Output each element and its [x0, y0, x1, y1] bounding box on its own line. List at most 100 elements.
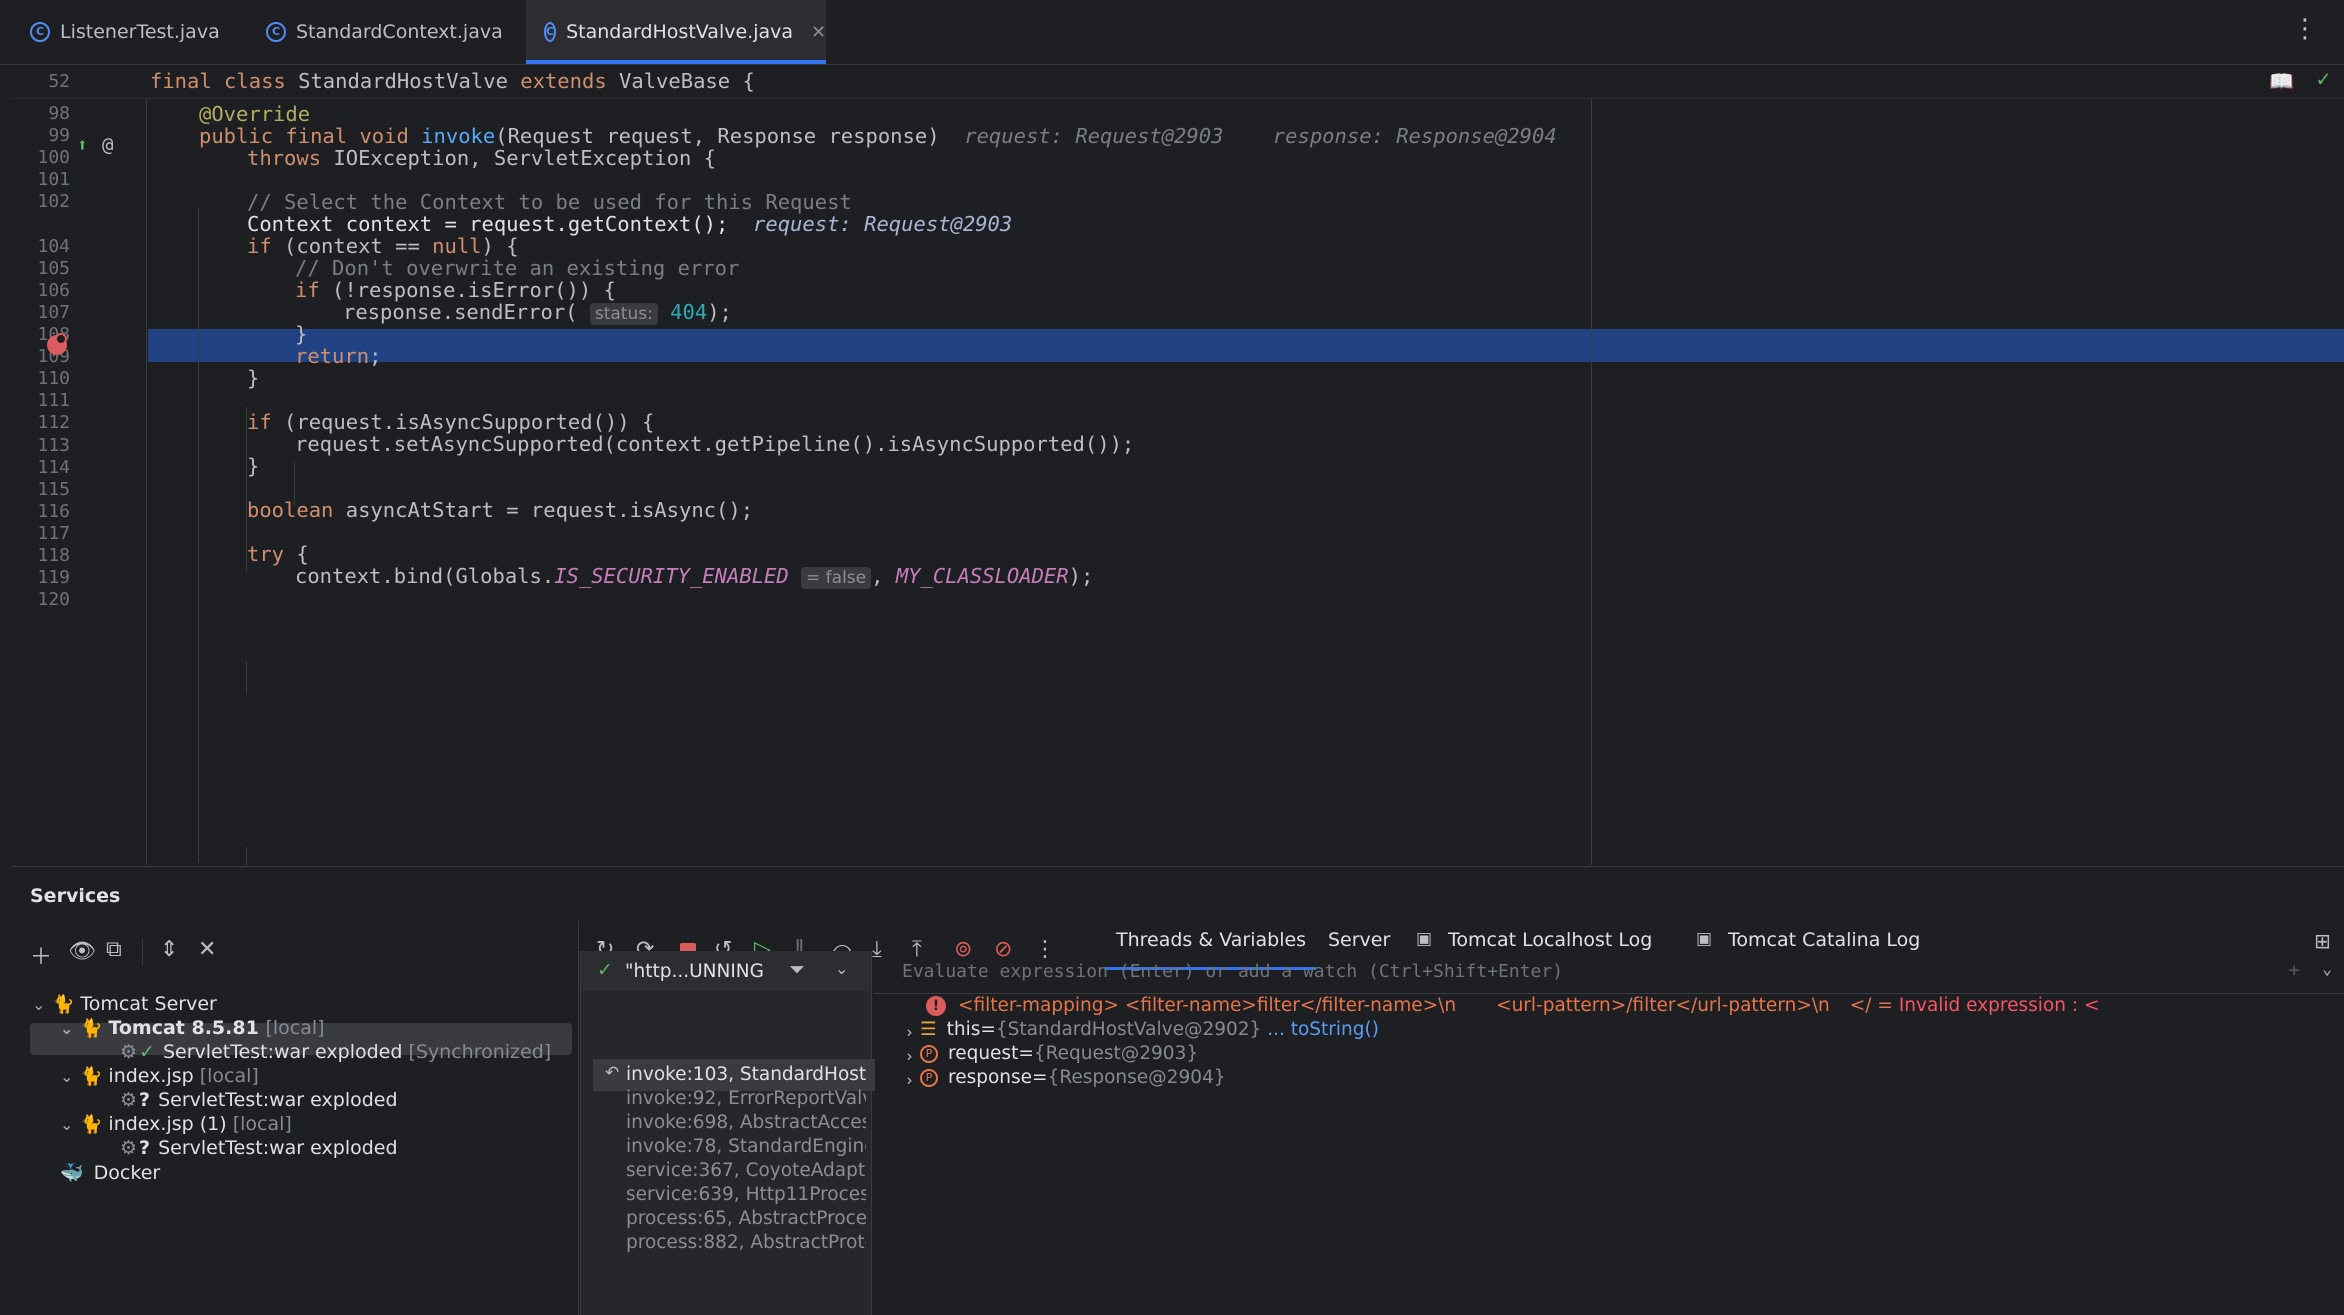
line-number: 105 — [37, 257, 70, 279]
tree-item-tomcat-server[interactable]: ⌄ 🐈 Tomcat Server — [32, 993, 217, 1015]
artifact-icon: ⚙ — [120, 1041, 138, 1063]
gutter-separator — [146, 98, 147, 865]
indent-guide — [246, 661, 247, 694]
chevron-down-icon[interactable]: ⌄ — [835, 959, 848, 978]
watch-expression: </ = — [1849, 995, 1893, 1016]
override-marker-icon[interactable]: ⬆ — [77, 135, 88, 156]
chevron-down-icon[interactable]: ⌄ — [60, 1019, 80, 1038]
code-line: try { — [247, 542, 309, 566]
panel-divider — [578, 921, 579, 1315]
panel-title: Services — [30, 885, 121, 907]
sticky-header[interactable]: 52 final class StandardHostValve extends… — [12, 65, 2344, 99]
tab-server[interactable]: Server — [1328, 929, 1390, 951]
line-number: 98 — [48, 103, 70, 124]
chevron-down-icon[interactable]: ⌄ — [60, 1067, 80, 1086]
new-group-icon[interactable]: ⧉ — [106, 937, 122, 962]
tab-standardhostvalve[interactable]: C StandardHostValve.java ✕ — [526, 0, 826, 64]
thread-selector[interactable]: ✓ "http...UNNING ⏷ ⌄ — [581, 951, 871, 991]
code-line: public final void invoke(Request request… — [199, 124, 1557, 148]
variable-value: {Request@2903} — [1033, 1043, 1199, 1064]
tree-label: Tomcat 8.5.81 — [108, 1017, 259, 1039]
code-line: response.sendError( status: 404); — [343, 300, 732, 325]
frame-item[interactable]: invoke:103, StandardHostValve — [626, 1064, 866, 1085]
code-line: return; — [295, 344, 382, 368]
variable-row[interactable]: ⌄ P request = {Request@2903} — [896, 1043, 1199, 1064]
frame-item[interactable]: invoke:698, AbstractAccessLogValve — [626, 1112, 866, 1133]
chevron-right-icon[interactable]: ⌄ — [897, 1068, 916, 1087]
frame-item[interactable]: process:882, AbstractProtocol — [626, 1232, 866, 1253]
annotation-marker-icon[interactable]: @ — [102, 134, 113, 156]
tree-label: Tomcat Server — [80, 993, 217, 1015]
tree-item-indexjsp-1[interactable]: ⌄ 🐈 index.jsp (1) [local] — [60, 1113, 292, 1135]
tree-label: ServletTest:war exploded — [158, 1137, 398, 1159]
frame-item[interactable]: process:65, AbstractProcessorLight — [626, 1208, 866, 1229]
chevron-down-icon[interactable]: ⌄ — [2322, 959, 2332, 978]
code-editor[interactable]: 52 final class StandardHostValve extends… — [12, 65, 2344, 865]
layout-icon[interactable]: ⊞ — [2314, 929, 2331, 953]
tree-label: index.jsp (1) — [108, 1113, 227, 1135]
reader-mode-icon[interactable]: 📖 — [2269, 69, 2294, 93]
eye-icon[interactable]: 👁 — [68, 939, 96, 964]
add-icon[interactable]: ＋ — [30, 939, 52, 971]
frame-return-icon: ↶ — [605, 1063, 620, 1083]
tostring-link[interactable]: ... toString() — [1267, 1019, 1379, 1040]
code-line: // Select the Context to be used for thi… — [247, 190, 852, 214]
line-number: 118 — [37, 545, 70, 566]
line-number: 104 — [37, 235, 70, 257]
tab-listenertest[interactable]: C ListenerTest.java — [0, 0, 230, 64]
line-number: 117 — [37, 522, 70, 544]
filter-icon[interactable]: ⏷ — [789, 957, 805, 981]
tab-threads-variables[interactable]: Threads & Variables — [1116, 929, 1306, 951]
equals-sign: = — [1018, 1043, 1034, 1064]
artifact-icon: ⚙ — [120, 1089, 138, 1111]
chevron-down-icon[interactable]: ⌄ — [60, 1115, 80, 1134]
frame-item[interactable]: invoke:92, ErrorReportValve — [626, 1088, 866, 1109]
tomcat-icon: 🐈 — [80, 1065, 103, 1087]
tree-label: ServletTest:war exploded — [162, 1041, 403, 1063]
frame-item[interactable]: service:639, Http11Processor — [626, 1184, 866, 1205]
add-watch-icon[interactable]: + — [2289, 959, 2300, 981]
expand-all-icon[interactable]: ⇕ — [160, 937, 178, 962]
tree-item-indexjsp[interactable]: ⌄ 🐈 index.jsp [local] — [60, 1065, 259, 1087]
tree-item-artifact[interactable]: ⚙ ✓ ServletTest:war exploded [Synchronize… — [120, 1041, 551, 1063]
frame-item[interactable]: invoke:78, StandardEngineValve — [626, 1136, 866, 1157]
tomcat-icon: 🐈 — [52, 993, 75, 1015]
tree-item-docker[interactable]: 🐳 Docker — [60, 1161, 161, 1185]
breakpoint-icon[interactable] — [47, 333, 67, 355]
evaluate-expression-input[interactable]: Evaluate expression (Enter) or add a wat… — [874, 951, 2344, 994]
code-line: } — [295, 322, 308, 346]
chevron-right-icon[interactable]: ⌄ — [897, 1044, 916, 1063]
frame-item[interactable]: service:367, CoyoteAdapter — [626, 1160, 866, 1181]
watch-error-row[interactable]: ! <filter-mapping> <filter-name>filter</… — [926, 995, 2099, 1016]
tomcat-icon: 🐈 — [80, 1113, 103, 1135]
collapse-all-icon[interactable]: ✕ — [198, 937, 216, 962]
editor-tab-bar: C ListenerTest.java C StandardContext.ja… — [0, 0, 2344, 65]
tree-item-artifact[interactable]: ⚙? ServletTest:war exploded — [120, 1089, 398, 1111]
java-class-icon: C — [544, 22, 557, 42]
unknown-status-icon: ? — [139, 1137, 151, 1159]
tab-tomcat-catalina-log[interactable]: Tomcat Catalina Log — [1728, 929, 1920, 951]
tree-item-artifact[interactable]: ⚙? ServletTest:war exploded — [120, 1137, 398, 1159]
tree-item-tomcat-8581[interactable]: ⌄ 🐈 Tomcat 8.5.81 [local] — [60, 1017, 325, 1039]
inspection-ok-icon[interactable]: ✓ — [2317, 67, 2330, 92]
code-line: boolean asyncAtStart = request.isAsync()… — [247, 498, 754, 522]
close-icon[interactable]: ✕ — [811, 22, 826, 43]
inline-value: response: Response@2904 — [1272, 124, 1557, 148]
inline-value: request: Request@2903 — [964, 124, 1224, 148]
chevron-right-icon[interactable]: ⌄ — [897, 1020, 916, 1039]
variable-name: request — [948, 1043, 1019, 1064]
tree-label: Docker — [93, 1161, 161, 1184]
inline-value: = false — [801, 567, 872, 589]
code-line: } — [247, 366, 260, 390]
watch-expression: <url-pattern>/filter</url-pattern>\n — [1496, 995, 1830, 1016]
code-line: @Override — [199, 102, 311, 126]
equals-sign: = — [980, 1019, 996, 1040]
variable-value: {Response@2904} — [1047, 1067, 1226, 1088]
variable-row[interactable]: ⌄ ☰ this = {StandardHostValve@2902} ... … — [896, 1019, 1379, 1040]
tab-standardcontext[interactable]: C StandardContext.java — [236, 0, 526, 64]
chevron-down-icon[interactable]: ⌄ — [32, 995, 52, 1014]
more-options-icon[interactable]: ⋮ — [2292, 14, 2318, 44]
variable-row[interactable]: ⌄ P response = {Response@2904} — [896, 1067, 1226, 1088]
tab-tomcat-localhost-log[interactable]: Tomcat Localhost Log — [1448, 929, 1652, 951]
code-line: if (!response.isError()) { — [295, 278, 616, 302]
